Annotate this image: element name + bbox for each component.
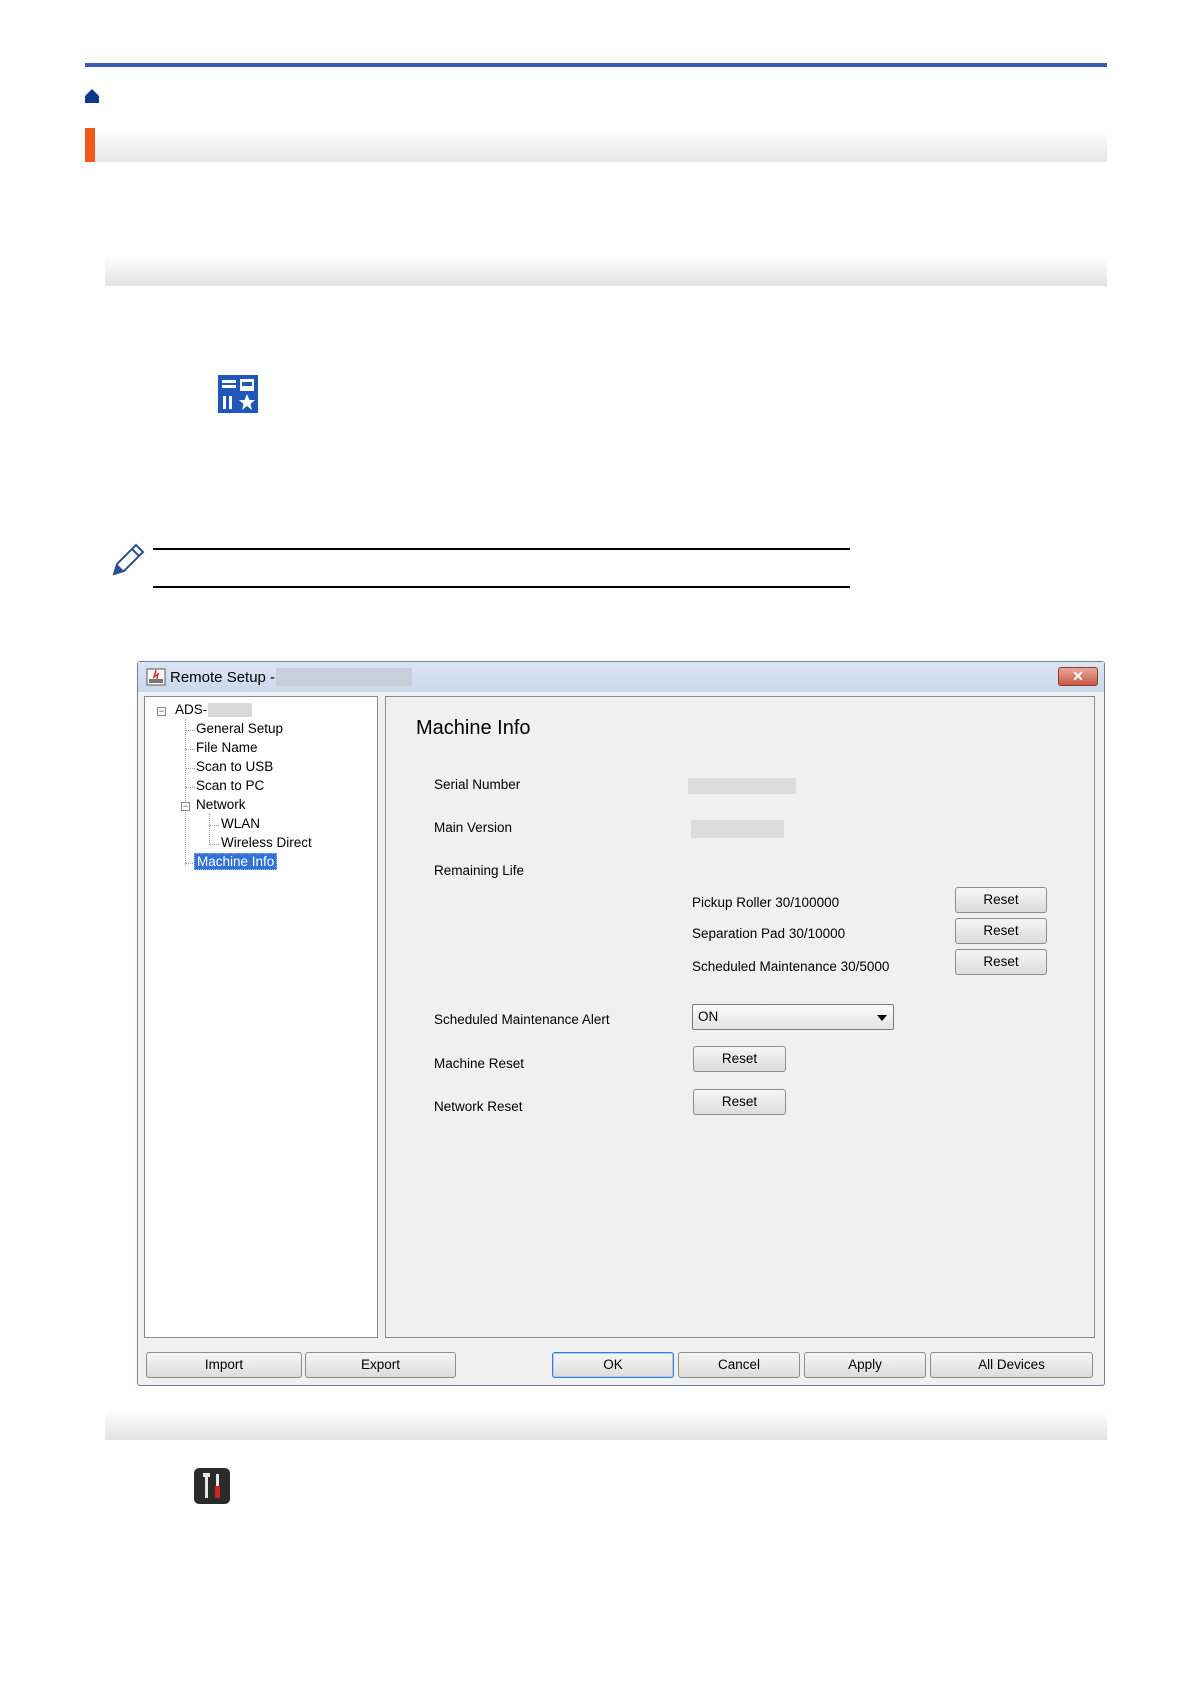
tree-connector [209, 844, 219, 845]
tree-connector [185, 787, 195, 788]
tree-item-general-setup[interactable]: General Setup [196, 721, 283, 736]
machine-info-panel: Machine Info Serial Number Main Version … [385, 696, 1095, 1338]
note-top-rule [153, 548, 850, 550]
section-heading-bar [105, 256, 1107, 286]
home-icon[interactable] [84, 88, 100, 104]
tree-connector [209, 825, 219, 826]
pickup-roller-reset-button[interactable]: Reset [955, 887, 1047, 913]
remote-setup-dialog: Remote Setup - ✕ − ADS- General Setup Fi… [137, 661, 1105, 1386]
export-button[interactable]: Export [305, 1352, 456, 1378]
redacted-device-name [276, 668, 412, 686]
main-version-label: Main Version [434, 820, 513, 835]
maintenance-alert-label: Scheduled Maintenance Alert [434, 1012, 610, 1027]
tools-icon [194, 1468, 230, 1504]
scheduled-maintenance-reset-button[interactable]: Reset [955, 949, 1047, 975]
tree-item-scan-to-pc[interactable]: Scan to PC [196, 778, 264, 793]
tree-connector [185, 719, 186, 865]
tree-connector [185, 730, 195, 731]
tree-connector [209, 813, 210, 845]
maintenance-alert-value: ON [698, 1009, 719, 1024]
main-version-value [691, 820, 784, 838]
serial-number-value [688, 778, 796, 794]
pickup-roller-label: Pickup Roller 30/100000 [692, 895, 840, 910]
all-devices-button[interactable]: All Devices [930, 1352, 1093, 1378]
panel-title: Machine Info [416, 717, 531, 739]
remote-setup-app-icon [218, 375, 258, 413]
title-accent [85, 128, 95, 162]
settings-tree: − ADS- General Setup File Name Scan to U… [144, 696, 378, 1338]
pencil-icon [112, 543, 145, 576]
cancel-button[interactable]: Cancel [678, 1352, 800, 1378]
collapse-network-icon[interactable]: − [181, 802, 190, 811]
dialog-title: Remote Setup - [170, 669, 276, 686]
section-heading-bar-2 [105, 1410, 1107, 1440]
page-title-bar [85, 128, 1107, 162]
separation-pad-reset-button[interactable]: Reset [955, 918, 1047, 944]
dialog-titlebar[interactable]: Remote Setup - ✕ [138, 662, 1104, 692]
remaining-life-label: Remaining Life [434, 863, 525, 878]
network-reset-label: Network Reset [434, 1099, 523, 1114]
apply-button[interactable]: Apply [804, 1352, 926, 1378]
ok-button[interactable]: OK [552, 1352, 674, 1378]
tree-root[interactable]: ADS- [175, 702, 253, 718]
tree-item-wlan[interactable]: WLAN [221, 816, 260, 831]
machine-reset-label: Machine Reset [434, 1056, 525, 1071]
collapse-root-icon[interactable]: − [157, 707, 166, 716]
tree-item-scan-to-usb[interactable]: Scan to USB [196, 759, 273, 774]
scheduled-maintenance-label: Scheduled Maintenance 30/5000 [692, 959, 890, 974]
separation-pad-label: Separation Pad 30/10000 [692, 926, 846, 941]
redacted-model [208, 703, 253, 718]
close-button[interactable]: ✕ [1058, 667, 1098, 686]
header-rule [85, 63, 1107, 67]
note-bottom-rule [153, 586, 850, 588]
tree-connector [185, 749, 195, 750]
tree-item-network[interactable]: Network [196, 797, 246, 812]
dropdown-arrow-icon [877, 1015, 887, 1021]
remote-setup-window-icon [146, 668, 166, 686]
network-reset-button[interactable]: Reset [693, 1089, 786, 1115]
machine-reset-button[interactable]: Reset [693, 1046, 786, 1072]
tree-item-file-name[interactable]: File Name [196, 740, 258, 755]
tree-connector [185, 768, 195, 769]
maintenance-alert-select[interactable]: ON [692, 1004, 894, 1030]
tree-item-machine-info[interactable]: Machine Info [194, 853, 278, 870]
import-button[interactable]: Import [146, 1352, 302, 1378]
tree-item-wireless-direct[interactable]: Wireless Direct [221, 835, 312, 850]
serial-number-label: Serial Number [434, 777, 521, 792]
